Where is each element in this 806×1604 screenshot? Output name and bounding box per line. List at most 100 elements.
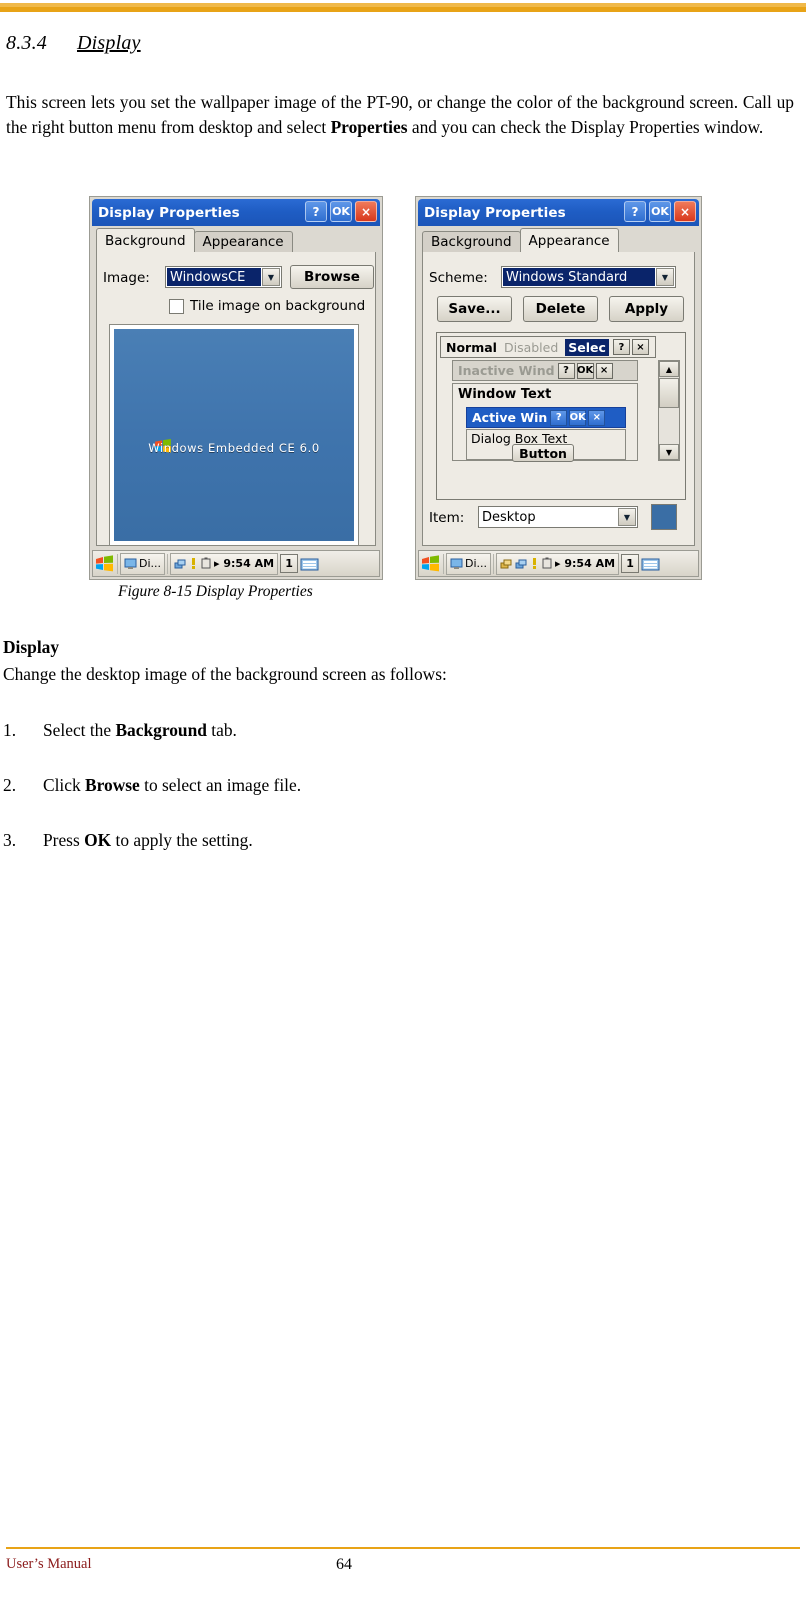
preview-inactive-window-bar: Inactive Wind ? OK × [452, 360, 638, 381]
ok-button-2[interactable]: OK [649, 201, 671, 222]
scheme-combo[interactable]: Windows Standard ▼ [501, 266, 676, 288]
display-description: Change the desktop image of the backgrou… [3, 664, 447, 684]
chevron-down-icon-2[interactable]: ▼ [656, 268, 674, 286]
image-combo[interactable]: WindowsCE ▼ [165, 266, 282, 288]
screenshot-background-tab: Display Properties ? OK × Background App… [89, 196, 383, 580]
step-text: Select the Background tab. [43, 720, 237, 740]
tile-image-label: Tile image on background [190, 298, 366, 314]
title-bar-buttons-2: ? OK × [624, 201, 696, 222]
save-button[interactable]: Save... [437, 296, 512, 322]
keyboard-icon[interactable] [300, 555, 320, 573]
tab-strip-2: Background Appearance [422, 228, 619, 252]
help-button-2[interactable]: ? [624, 201, 646, 222]
window-title-bar: Display Properties ? OK × [92, 199, 380, 226]
network-icon-2 [515, 559, 527, 569]
taskbar-right: Di... ▸ 9:54 AM 1 [418, 550, 699, 577]
step-number: 1. [3, 720, 17, 740]
tab-strip: Background Appearance [96, 228, 293, 252]
apply-button[interactable]: Apply [609, 296, 684, 322]
preview-inactive-help-button: ? [557, 362, 575, 379]
chevron-down-icon[interactable]: ▼ [262, 268, 280, 286]
delete-button[interactable]: Delete [523, 296, 598, 322]
preview-caption-bar: Normal Disabled Selec ? × [440, 336, 656, 358]
screenshot-appearance-tab: Display Properties ? OK × Background App… [415, 196, 702, 580]
window-title-bar-2: Display Properties ? OK × [418, 199, 699, 226]
preview-normal-label: Normal [446, 339, 497, 355]
taskbar-task-button-2[interactable]: Di... [446, 552, 492, 575]
title-bar-buttons: ? OK × [305, 201, 377, 222]
taskbar-desktop-number-2[interactable]: 1 [621, 554, 640, 573]
taskbar-divider-2 [167, 553, 169, 574]
taskbar-task-label-2: Di... [465, 557, 488, 570]
preview-help-button: ? [612, 339, 630, 355]
footer-page-number: 64 [336, 1556, 352, 1573]
wallpaper-preview: Windows Embedded CE 6.0 [109, 324, 359, 546]
browse-button[interactable]: Browse [290, 265, 374, 289]
taskbar-divider-4 [493, 553, 495, 574]
header-rule [0, 3, 806, 12]
scroll-up-icon: ▲ [659, 361, 679, 377]
figure-caption: Figure 8-15 Display Properties [118, 583, 313, 600]
taskbar-task-button[interactable]: Di... [120, 552, 166, 575]
tab-background-2[interactable]: Background [422, 231, 521, 252]
taskbar-divider [117, 553, 118, 574]
taskbar-desktop-number[interactable]: 1 [280, 554, 299, 573]
taskbar-left: Di... ▸ 9:54 AM 1 [92, 550, 380, 577]
tab-background[interactable]: Background [96, 228, 195, 252]
scheme-combo-value: Windows Standard [503, 268, 655, 286]
window-title: Display Properties [98, 204, 240, 221]
footer-manual-label: User’s Manual [6, 1556, 92, 1572]
item-label: Item: [429, 510, 465, 526]
display-icon [124, 558, 137, 569]
taskbar-tray-2[interactable]: ▸ 9:54 AM [496, 552, 620, 575]
taskbar-divider-3 [443, 553, 444, 574]
image-label: Image: [103, 270, 150, 286]
display-icon-2 [450, 558, 463, 569]
wallpaper-preview-image: Windows Embedded CE 6.0 [114, 329, 354, 541]
preview-scrollbar: ▲ ▼ [658, 360, 680, 461]
background-panel: Image: WindowsCE ▼ Browse Tile image on … [96, 252, 376, 546]
chevron-down-icon-3[interactable]: ▼ [618, 508, 636, 526]
preview-button: Button [512, 444, 574, 462]
step-text: Press OK to apply the setting. [43, 830, 253, 850]
scroll-thumb [659, 378, 679, 408]
preview-active-ok-button: OK [569, 409, 587, 426]
close-button-2[interactable]: × [674, 201, 696, 222]
preview-active-window-label: Active Win [472, 410, 548, 425]
wallpaper-caption: Windows Embedded CE 6.0 [148, 441, 320, 455]
appearance-panel: Scheme: Windows Standard ▼ Save... Delet… [422, 252, 695, 546]
tile-image-checkbox[interactable] [169, 298, 184, 314]
display-heading: Display [3, 637, 60, 657]
preview-window-text-label: Window Text [458, 387, 552, 402]
color-swatch[interactable] [651, 504, 677, 530]
start-button-icon[interactable] [95, 554, 115, 573]
item-combo[interactable]: Desktop ▼ [478, 506, 638, 528]
battery-icon-2 [542, 557, 552, 569]
window-title-2: Display Properties [424, 204, 566, 221]
close-button[interactable]: × [355, 201, 377, 222]
step-number: 2. [3, 775, 17, 795]
image-combo-value: WindowsCE [167, 268, 261, 286]
preview-active-help-button: ? [550, 409, 568, 426]
preview-inactive-close-button: × [595, 362, 613, 379]
taskbar-task-label: Di... [139, 557, 162, 570]
preview-selected-label: Selec [565, 338, 609, 356]
preview-dialog-box: Dialog Box Text Button [466, 429, 626, 462]
scroll-down-icon: ▼ [659, 444, 679, 460]
help-button[interactable]: ? [305, 201, 327, 222]
intro-paragraph: This screen lets you set the wallpaper i… [6, 92, 794, 137]
ok-button[interactable]: OK [330, 201, 352, 222]
warning-icon-2 [533, 558, 537, 569]
appearance-preview: Normal Disabled Selec ? × Inactive Wind … [436, 332, 686, 500]
item-combo-value: Desktop [482, 509, 536, 525]
header-rule-highlight [0, 3, 806, 7]
tab-appearance[interactable]: Appearance [193, 231, 293, 252]
window-client-area: Background Appearance Image: WindowsCE ▼… [92, 226, 380, 548]
tile-image-checkbox-row[interactable]: Tile image on background [169, 298, 365, 314]
tab-appearance-2[interactable]: Appearance [519, 228, 619, 252]
step-text: Click Browse to select an image file. [43, 775, 302, 795]
taskbar-tray[interactable]: ▸ 9:54 AM [170, 552, 279, 575]
start-button-icon-2[interactable] [421, 554, 441, 573]
preview-window-body: Window Text Active Win ? OK × Dialog Box… [452, 383, 638, 462]
keyboard-icon-2[interactable] [641, 555, 661, 573]
